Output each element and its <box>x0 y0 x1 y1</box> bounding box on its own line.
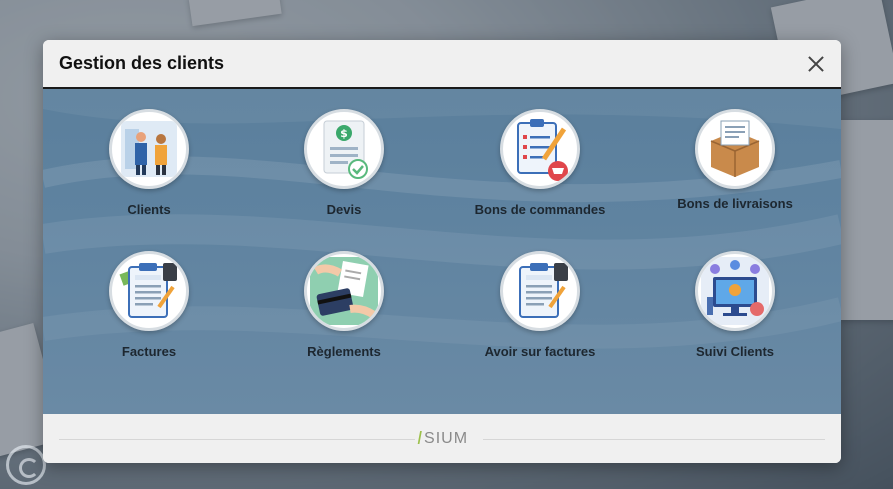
quote-icon: $ <box>304 109 384 189</box>
purchase-order-icon <box>500 109 580 189</box>
tile-quotes[interactable]: $ Devis <box>244 109 444 217</box>
tile-purchase-orders[interactable]: Bons de commandes <box>440 109 640 217</box>
credit-note-icon <box>500 251 580 331</box>
customer-tracking-icon <box>695 251 775 331</box>
tile-delivery-notes[interactable]: Bons de livraisons <box>635 109 835 211</box>
tile-label: Bons de livraisons <box>677 196 793 211</box>
modal-header: Gestion des clients <box>43 40 841 89</box>
tile-label: Suivi Clients <box>695 344 775 359</box>
footer-divider-left <box>59 439 415 440</box>
svg-text:$: $ <box>340 127 348 140</box>
client-management-modal: Gestion des clients Clients $ Devis Bons… <box>43 40 841 463</box>
tile-label: Avoir sur factures <box>484 344 596 359</box>
tile-customer-tracking[interactable]: Suivi Clients <box>635 251 835 359</box>
tile-invoices[interactable]: Factures <box>49 251 249 359</box>
tile-label: Factures <box>121 344 177 359</box>
footer-divider-right <box>483 439 825 440</box>
tile-label: Clients <box>127 202 171 217</box>
close-icon[interactable] <box>805 53 827 75</box>
invoice-icon <box>109 251 189 331</box>
delivery-box-icon <box>695 109 775 189</box>
payment-card-icon <box>304 251 384 331</box>
modal-footer: I SIUM <box>43 414 841 463</box>
tile-label: Bons de commandes <box>474 202 606 217</box>
tile-credit-notes[interactable]: Avoir sur factures <box>440 251 640 359</box>
tile-label: Devis <box>326 202 362 217</box>
modal-body: Clients $ Devis Bons de commandes Bons d… <box>43 89 841 414</box>
modal-title: Gestion des clients <box>59 53 225 73</box>
tile-clients[interactable]: Clients <box>49 109 249 217</box>
tile-payments[interactable]: Règlements <box>244 251 444 359</box>
tile-label: Règlements <box>307 344 381 359</box>
refresh-icon <box>6 445 46 485</box>
isium-logo: I SIUM <box>417 428 469 448</box>
clients-icon <box>109 109 189 189</box>
